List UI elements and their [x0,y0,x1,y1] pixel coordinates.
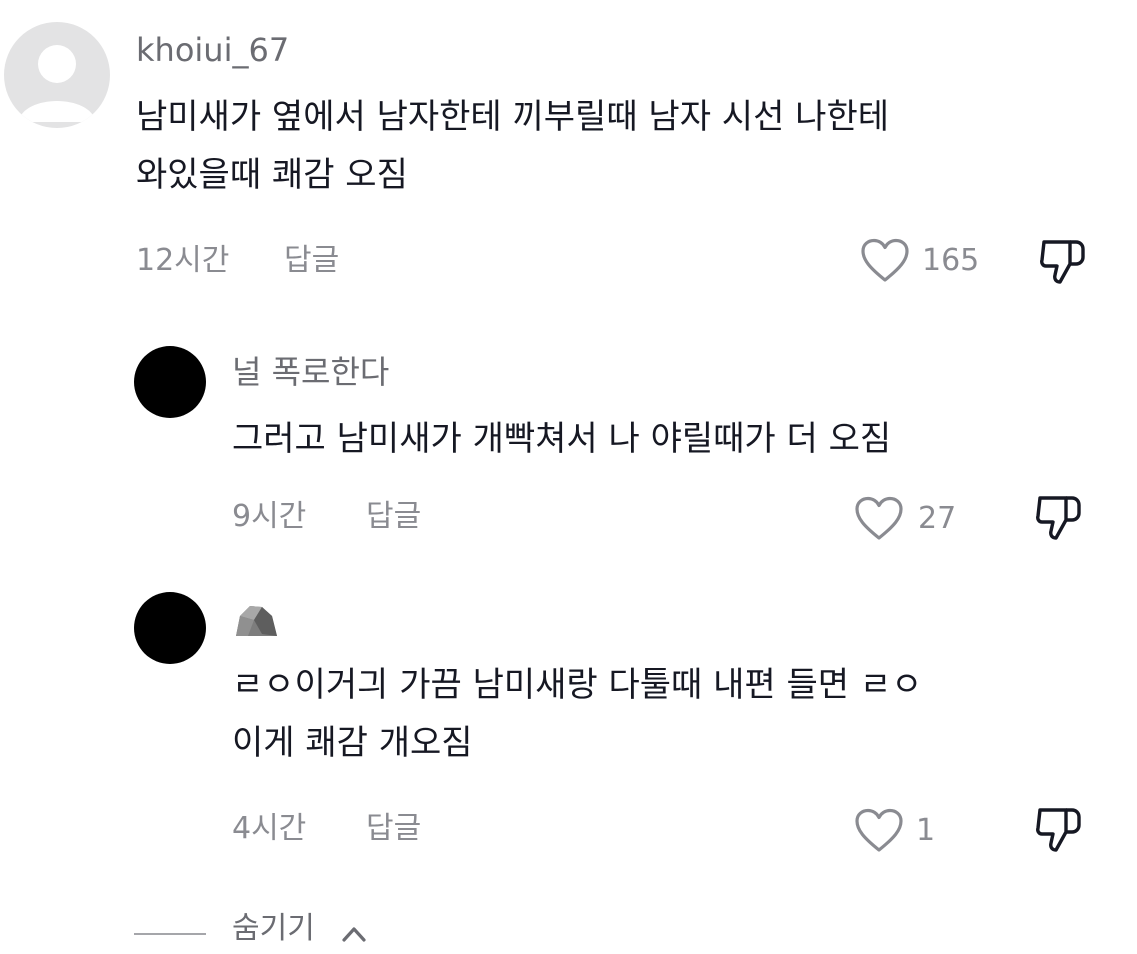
reply-button[interactable]: 답글 [366,814,421,844]
reply-username[interactable]: 널 폭로한다 [232,356,389,388]
thumbs-down-icon[interactable] [1032,492,1084,544]
reply-text: ㄹㅇ이거긔 가끔 남미새랑 다툴때 내편 들면 ㄹㅇ 이게 쾌감 개오짐 [232,656,922,772]
chevron-up-icon[interactable] [340,922,368,944]
reply-timestamp: 9시간 [232,499,307,534]
thumbs-down-icon[interactable] [1032,804,1084,856]
reply-text-line: ㄹㅇ이거긔 가끔 남미새랑 다툴때 내편 들면 ㄹㅇ [232,665,923,705]
comment-timestamp: 12시간 [136,243,230,278]
hide-replies-label: 숨기기 [232,911,315,946]
like-count: 165 [922,243,980,278]
rock-icon[interactable] [232,600,280,640]
comment-username[interactable]: khoiui_67 [136,34,289,66]
like-count: 27 [918,501,957,536]
like-count: 1 [916,813,936,848]
divider [134,933,206,935]
reply-timestamp: 4시간 [232,811,307,846]
heart-outline-icon[interactable] [854,808,904,854]
reply-button[interactable]: 답글 [366,502,421,532]
reply-text-line: 이게 쾌감 개오짐 [232,723,473,763]
default-avatar-icon [18,45,96,122]
reply-avatar[interactable] [134,346,206,418]
comment-text-line: 와있을때 쾌감 오짐 [136,155,408,195]
comment-text-line: 남미새가 옆에서 남자한테 끼부릴때 남자 시선 나한테 [136,97,890,137]
reply-avatar[interactable] [134,592,206,664]
heart-outline-icon[interactable] [854,496,904,542]
reply-text-line: 그러고 남미새가 개빡쳐서 나 야릴때가 더 오짐 [232,419,892,459]
heart-outline-icon[interactable] [860,238,910,284]
hide-replies-button[interactable]: 숨기기 [232,914,315,954]
reply-button[interactable]: 답글 [284,246,339,276]
reply-text: 그러고 남미새가 개빡쳐서 나 야릴때가 더 오짐 [232,410,891,468]
avatar-default[interactable] [4,22,110,128]
comment-text: 남미새가 옆에서 남자한테 끼부릴때 남자 시선 나한테 와있을때 쾌감 오짐 [136,88,889,204]
thumbs-down-icon[interactable] [1036,236,1088,288]
